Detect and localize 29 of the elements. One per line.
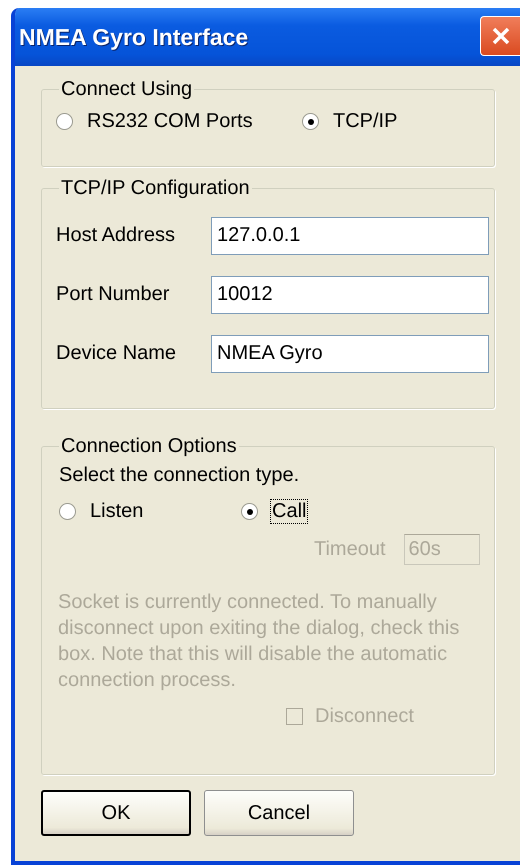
group-legend: Connect Using (59, 78, 194, 101)
radio-option[interactable]: RS232 COM Ports (56, 109, 302, 134)
radio-button[interactable] (56, 113, 73, 130)
input-field[interactable]: 127.0.0.1 (211, 216, 489, 254)
group-legend: TCP/IP Configuration (59, 177, 252, 200)
field-label: Port Number (56, 283, 170, 306)
radio-label: RS232 COM Ports (86, 109, 254, 134)
timeout-label: Timeout (314, 538, 386, 561)
checkbox-label: Disconnect (315, 705, 414, 728)
group-legend: Connection Options (59, 435, 239, 458)
field-label: Host Address (56, 224, 176, 247)
radio-option[interactable]: Listen (59, 499, 241, 524)
note-text: Socket is currently connected. To manually disconnect upon exiting the dialog, check this box. Note that this will disable the automatic connection process. (58, 590, 460, 693)
radio-option[interactable]: TCP/IP (302, 109, 400, 134)
input-field[interactable]: NMEA Gyro (211, 334, 489, 372)
radio-button[interactable] (241, 503, 258, 520)
prompt-text: Select the connection type. (59, 464, 300, 487)
dialog-button[interactable]: Cancel (204, 790, 354, 836)
radio-option[interactable]: Call (241, 499, 308, 524)
radio-button[interactable] (302, 113, 319, 130)
close-button[interactable] (480, 16, 520, 56)
field-label: Device Name (56, 342, 178, 365)
window-title: NMEA Gyro Interface (19, 24, 248, 50)
radio-label: TCP/IP (332, 109, 398, 134)
dialog-button[interactable]: OK (41, 790, 191, 836)
radio-button[interactable] (59, 503, 76, 520)
input-field[interactable]: 10012 (211, 276, 489, 314)
radio-label: Call (270, 499, 308, 524)
radio-label: Listen (89, 499, 144, 524)
